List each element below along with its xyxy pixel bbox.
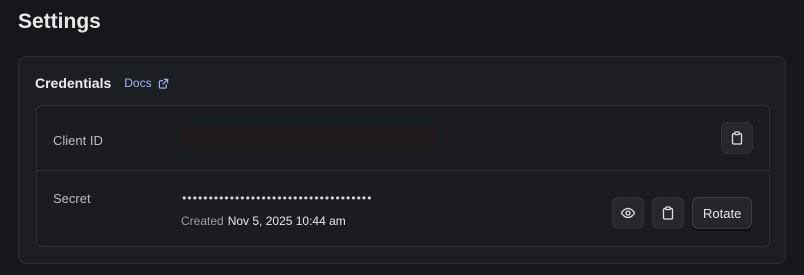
external-link-icon <box>158 78 169 89</box>
page-title: Settings <box>18 10 101 33</box>
clipboard-icon <box>730 131 744 145</box>
secret-row: Secret •••••••••••••••••••••••••••••••••… <box>37 171 769 247</box>
eye-icon <box>620 205 636 221</box>
client-id-label: Client ID <box>53 133 103 148</box>
client-id-value-redacted <box>181 125 437 151</box>
docs-link-label: Docs <box>124 76 152 90</box>
secret-masked-value: •••••••••••••••••••••••••••••••••••• <box>181 192 373 205</box>
created-label: Created <box>181 214 224 228</box>
clipboard-icon <box>661 206 675 220</box>
card-header: Credentials Docs <box>35 75 169 91</box>
credentials-table: Client ID Secret •••••••••••••••••••••••… <box>36 105 770 247</box>
client-id-row: Client ID <box>37 106 769 171</box>
copy-client-id-button[interactable] <box>721 122 753 154</box>
rotate-secret-button[interactable]: Rotate <box>692 197 753 229</box>
credentials-card: Credentials Docs Client ID Secret ••••••… <box>18 56 786 264</box>
docs-link[interactable]: Docs <box>124 76 168 90</box>
copy-secret-button[interactable] <box>652 197 684 229</box>
credentials-title: Credentials <box>35 75 112 91</box>
show-secret-button[interactable] <box>612 197 644 229</box>
created-value: Nov 5, 2025 10:44 am <box>227 214 346 228</box>
secret-created: Created Nov 5, 2025 10:44 am <box>181 214 346 228</box>
secret-label: Secret <box>53 191 91 206</box>
